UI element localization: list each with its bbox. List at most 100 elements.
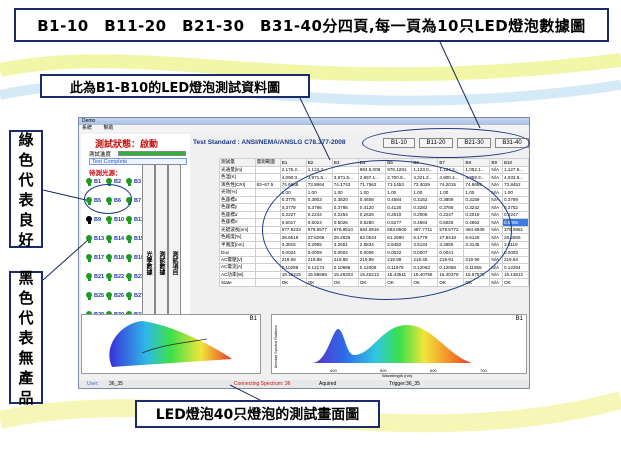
- bulb-label: B18: [114, 255, 125, 261]
- title-bar: Demo: [79, 118, 529, 125]
- char: 品: [18, 388, 34, 407]
- char: 黑: [18, 268, 34, 287]
- table-cell[interactable]: AC功率[W]: [219, 270, 256, 279]
- test-standard-label: Test Standard : ANSI/NEMA/ANSLG C78.377-…: [193, 139, 346, 146]
- progress-bar: [118, 151, 186, 156]
- table-cell[interactable]: 1,052.1...: [463, 165, 491, 174]
- table-cell[interactable]: 色座標x: [219, 195, 256, 204]
- bulb-icon: [106, 273, 112, 281]
- table-cell[interactable]: 83~67.5: [254, 180, 281, 189]
- table-cell[interactable]: N/A: [489, 165, 503, 174]
- table-cell[interactable]: [254, 165, 281, 174]
- menu-system[interactable]: 系統: [82, 125, 92, 131]
- table-cell[interactable]: 色座標u': [219, 210, 256, 219]
- column-header[interactable]: B9: [489, 158, 503, 167]
- table-cell[interactable]: 16.13812: [501, 270, 529, 279]
- bulb-icon: [86, 254, 92, 262]
- tick-label: 400: [330, 368, 337, 373]
- bulb-b21[interactable]: B21: [86, 273, 104, 285]
- table-cell[interactable]: AC電壓[V]: [219, 255, 256, 264]
- table-cell[interactable]: 73.8452: [501, 180, 529, 189]
- char: 表: [18, 191, 34, 209]
- spectrum-chart: B1 400 500 600 700 Wavelength (nm) Absol…: [271, 314, 527, 378]
- table-cell[interactable]: 光譜波長[nm]: [219, 225, 256, 234]
- green-meaning-annotation: 綠 色 代 表 良 好: [9, 130, 43, 249]
- bulb-b25[interactable]: B25: [86, 292, 104, 304]
- bulb-label: B3: [134, 179, 142, 185]
- tabs-highlight-ellipse: [362, 128, 530, 158]
- table-cell[interactable]: [254, 263, 281, 272]
- char: 綠: [18, 131, 34, 149]
- table-cell[interactable]: 1.00: [501, 188, 529, 197]
- char: 代: [18, 171, 34, 189]
- table-cell[interactable]: 色座標y: [219, 203, 256, 212]
- column-header[interactable]: 量測範圍: [254, 158, 281, 167]
- charts-area: B1 B1 400 500 600 700 Wavelength (nm) Ab…: [81, 314, 527, 378]
- table-cell[interactable]: 半寬度[nm]: [219, 240, 256, 249]
- table-cell[interactable]: 光通量[lm]: [219, 165, 256, 174]
- table-cell[interactable]: Duv: [219, 248, 256, 257]
- bulb-highlight-ellipse: [84, 184, 132, 214]
- column-header[interactable]: 測試量: [219, 158, 256, 167]
- bulb-icon: [86, 292, 92, 300]
- bulb-label: B17: [94, 255, 105, 261]
- bulb-b22[interactable]: B22: [106, 273, 124, 285]
- spectrum-xlabel: Wavelength (nm): [382, 373, 413, 378]
- char: 無: [18, 348, 34, 367]
- bulb-icon: [86, 273, 92, 281]
- tick-label: 600: [430, 368, 437, 373]
- bulb-icon: [126, 178, 132, 186]
- table-cell[interactable]: N/A: [489, 173, 503, 182]
- table-cell[interactable]: 色溫[K]: [219, 173, 256, 182]
- table-cell[interactable]: 色座標v': [219, 218, 256, 227]
- table-cell[interactable]: 0.12294: [501, 263, 529, 272]
- column-header[interactable]: B8: [463, 158, 491, 167]
- table-cell[interactable]: 色純度[%]: [219, 233, 256, 242]
- char: 代: [18, 308, 34, 327]
- table-cell[interactable]: AC電流[A]: [219, 263, 256, 272]
- bulb-b10[interactable]: B10: [106, 216, 124, 228]
- table-cell[interactable]: [254, 173, 281, 182]
- table-cell[interactable]: State: [219, 278, 256, 287]
- connecting-status: Connecting Spectrum: 36: [234, 381, 291, 387]
- table-cell[interactable]: N/A: [489, 278, 503, 287]
- table-cell[interactable]: 光效[%]: [219, 188, 256, 197]
- bulb-b17[interactable]: B17: [86, 254, 104, 266]
- menu-help[interactable]: 幫助: [103, 125, 113, 131]
- bulb-b18[interactable]: B18: [106, 254, 124, 266]
- bulb-label: B13: [94, 236, 105, 242]
- bulb-b14[interactable]: B14: [106, 235, 124, 247]
- bulb-icon: [126, 216, 132, 224]
- test-status-title: 測試狀態：啟動: [95, 140, 159, 150]
- table-cell[interactable]: N/A: [489, 180, 503, 189]
- tick-label: 700: [480, 368, 487, 373]
- top-annotation: B1-10 B11-20 B21-30 B31-40分四頁,每一頁為10只LED…: [14, 8, 609, 42]
- table-cell[interactable]: [254, 278, 281, 287]
- bottom-annotation: LED燈泡40只燈泡的測試畫面圖: [135, 400, 380, 428]
- table-cell[interactable]: OK: [501, 278, 529, 287]
- table-cell[interactable]: N/A: [489, 270, 503, 279]
- table-cell[interactable]: 演色性[CRI]: [219, 180, 256, 189]
- table-cell[interactable]: [254, 270, 281, 279]
- table-cell[interactable]: 0.3789: [501, 195, 529, 204]
- table-cell[interactable]: 4,033.8...: [501, 173, 529, 182]
- status-bar: User: 36_35 Connecting Spectrum: 36 Aqui…: [79, 380, 529, 388]
- column-header[interactable]: B2: [305, 158, 333, 167]
- column-header[interactable]: B7: [437, 158, 465, 167]
- bulb-label: B22: [114, 274, 125, 280]
- bulb-b13[interactable]: B13: [86, 235, 104, 247]
- user-value: 36_35: [109, 381, 123, 387]
- bulb-label: B10: [114, 217, 125, 223]
- bulb-b26[interactable]: B26: [106, 292, 124, 304]
- bulb-icon: [86, 216, 92, 224]
- bulb-label: B25: [94, 293, 105, 299]
- bulb-b9[interactable]: B9: [86, 216, 104, 228]
- column-header[interactable]: B1: [279, 158, 307, 167]
- table-cell[interactable]: [254, 188, 281, 197]
- table-cell[interactable]: 219.84: [501, 255, 529, 264]
- column-header[interactable]: B10: [501, 158, 529, 167]
- table-cell[interactable]: 1,127.6...: [501, 165, 529, 174]
- table-cell[interactable]: 2,175.2...: [279, 165, 307, 174]
- char: 好: [18, 231, 34, 249]
- light-source-label: 待測光源：: [89, 169, 122, 177]
